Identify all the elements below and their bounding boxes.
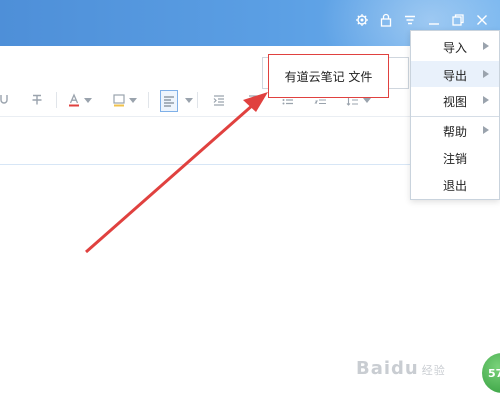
chevron-right-icon — [483, 42, 489, 50]
menu-item-view[interactable]: 视图 — [411, 87, 499, 113]
chevron-right-icon — [483, 70, 489, 78]
callout-text: 有道云笔记 文件 — [284, 69, 373, 84]
menu-item-label: 帮助 — [443, 125, 468, 139]
watermark-brand: Baidu — [356, 358, 419, 379]
minimize-icon[interactable] — [426, 12, 442, 28]
menu-item-label: 注销 — [443, 152, 468, 166]
menu-item-export[interactable]: 导出 — [411, 61, 499, 87]
chevron-down-icon — [363, 97, 371, 103]
toolbar-divider — [148, 92, 149, 108]
chevron-down-icon — [129, 97, 137, 103]
chevron-down-icon[interactable] — [185, 98, 193, 103]
chevron-right-icon — [483, 126, 489, 134]
watermark-suffix: 经验 — [421, 364, 446, 377]
restore-icon[interactable] — [450, 12, 466, 28]
main-menu: 导入 导出 视图 帮助 注销 退出 — [410, 30, 500, 200]
chevron-right-icon — [483, 96, 489, 104]
callout-box: 有道云笔记 文件 — [268, 54, 389, 98]
close-icon[interactable] — [474, 12, 490, 28]
arrow-line — [85, 102, 255, 254]
watermark: Baidu 经验 — [356, 358, 446, 379]
toolbar-divider — [197, 92, 198, 108]
toolbar-divider — [56, 92, 57, 108]
font-color-icon[interactable] — [67, 92, 92, 108]
indent-icon[interactable] — [212, 92, 226, 108]
menu-item-label: 导入 — [443, 41, 468, 55]
menu-icon[interactable] — [402, 12, 418, 28]
settings-icon[interactable] — [354, 12, 370, 28]
window-controls — [354, 12, 490, 28]
outdent-icon[interactable] — [247, 92, 261, 108]
menu-item-import[interactable]: 导入 — [411, 33, 499, 59]
badge-text: 57 — [488, 366, 500, 380]
highlight-color-icon[interactable] — [112, 92, 137, 108]
menu-item-label: 导出 — [443, 69, 468, 83]
underline-icon[interactable] — [0, 92, 14, 108]
chevron-down-icon — [84, 97, 92, 103]
editor-divider — [0, 164, 440, 165]
strikethrough-icon[interactable] — [30, 92, 44, 108]
badge[interactable]: 57 — [482, 353, 500, 393]
align-left-icon[interactable] — [160, 90, 178, 112]
menu-item-exit[interactable]: 退出 — [411, 171, 499, 197]
menu-item-help[interactable]: 帮助 — [411, 117, 499, 143]
menu-item-label: 退出 — [443, 179, 468, 193]
menu-item-label: 视图 — [443, 95, 468, 109]
lock-icon[interactable] — [378, 12, 394, 28]
menu-item-logout[interactable]: 注销 — [411, 144, 499, 170]
